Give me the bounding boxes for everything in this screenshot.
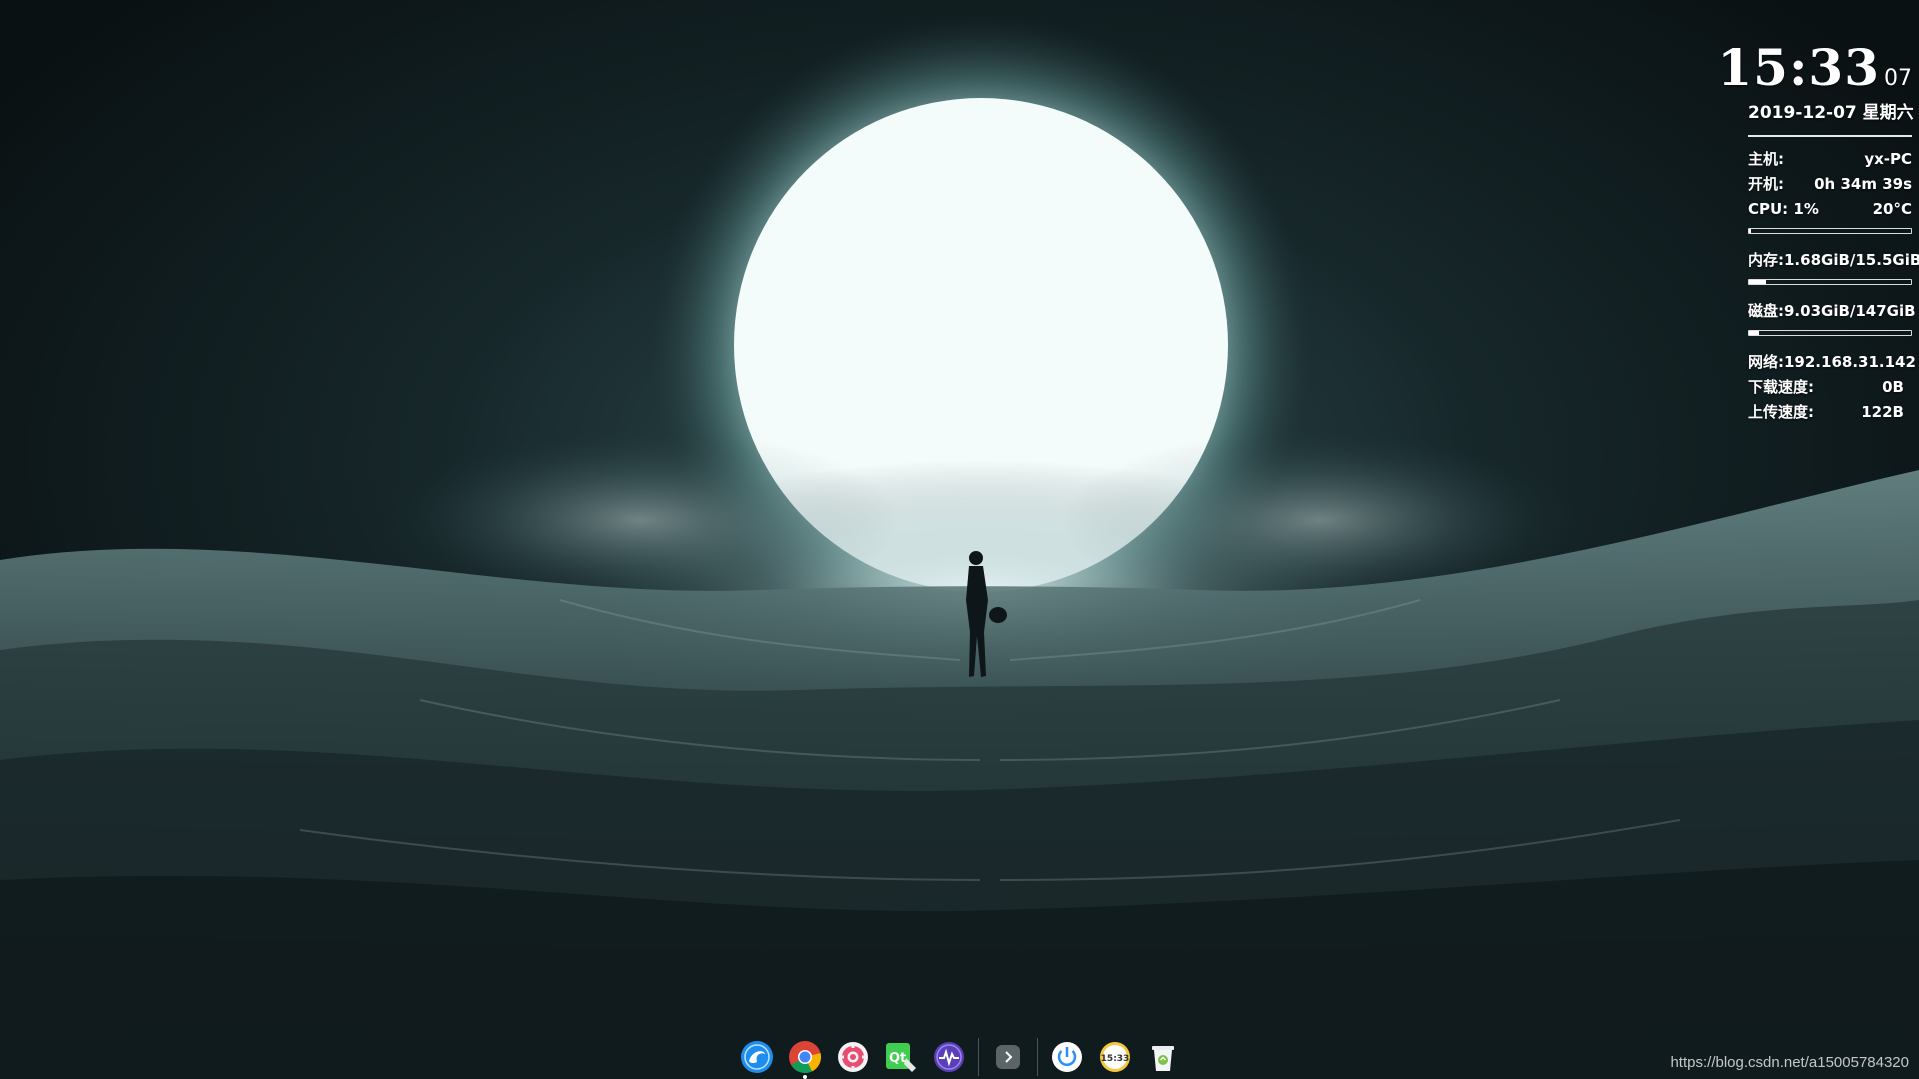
- clock-icon[interactable]: 15:33: [1096, 1038, 1134, 1076]
- upload-value: 122B: [1861, 403, 1904, 421]
- system-monitor-icon[interactable]: [930, 1038, 968, 1076]
- memory-label: 内存:: [1748, 251, 1784, 269]
- dock-divider: [1037, 1038, 1038, 1076]
- system-info-widget: 15:33 07 2019-12-07 星期六 主机: yx-PC 开机: 0h…: [1717, 40, 1919, 425]
- settings-icon[interactable]: [834, 1038, 872, 1076]
- dock: Qt 15:33: [738, 1035, 1182, 1079]
- download-row: 下载速度: 0B: [1748, 375, 1912, 400]
- download-value: 0B: [1882, 378, 1904, 396]
- watermark-url: https://blog.csdn.net/a15005784320: [1670, 1054, 1909, 1071]
- host-row: 主机: yx-PC: [1748, 147, 1912, 172]
- power-icon[interactable]: [1048, 1038, 1086, 1076]
- disk-value: 9.03GiB/147GiB: [1784, 302, 1916, 320]
- expand-tray-icon[interactable]: [989, 1038, 1027, 1076]
- host-value: yx-PC: [1864, 150, 1912, 168]
- network-label: 网络:: [1748, 353, 1784, 371]
- clock-icon-text: 15:33: [1101, 1054, 1130, 1064]
- memory-bar: [1748, 279, 1912, 285]
- cpu-temp: 20°C: [1872, 200, 1912, 218]
- uptime-value: 0h 34m 39s: [1814, 175, 1912, 193]
- disk-label: 磁盘:: [1748, 302, 1784, 320]
- memory-value: 1.68GiB/15.5GiB: [1784, 251, 1919, 269]
- memory-bar-fill: [1749, 280, 1767, 284]
- cpu-bar-fill: [1749, 229, 1751, 233]
- clock-seconds: 07: [1884, 66, 1912, 91]
- launcher-icon[interactable]: [738, 1038, 776, 1076]
- wallpaper: [0, 0, 1919, 1079]
- disk-bar-fill: [1749, 331, 1759, 335]
- disk-bar: [1748, 330, 1912, 336]
- uptime-label: 开机:: [1748, 175, 1784, 193]
- disk-row: 磁盘: 9.03GiB/147GiB: [1748, 299, 1916, 324]
- download-label: 下载速度:: [1748, 378, 1814, 396]
- host-label: 主机:: [1748, 150, 1784, 168]
- qt-creator-icon[interactable]: Qt: [882, 1038, 920, 1076]
- network-row: 网络: 192.168.31.142: [1748, 350, 1916, 375]
- active-indicator: [803, 1075, 807, 1079]
- clock: 15:33 07: [1717, 40, 1912, 96]
- trash-icon[interactable]: [1144, 1038, 1182, 1076]
- chrome-icon[interactable]: [786, 1038, 824, 1079]
- network-value: 192.168.31.142: [1784, 353, 1916, 371]
- memory-row: 内存: 1.68GiB/15.5GiB: [1748, 248, 1919, 273]
- separator: [1748, 135, 1912, 137]
- upload-label: 上传速度:: [1748, 403, 1814, 421]
- svg-text:Qt: Qt: [889, 1051, 906, 1066]
- desktop[interactable]: 15:33 07 2019-12-07 星期六 主机: yx-PC 开机: 0h…: [0, 0, 1919, 1079]
- clock-date: 2019-12-07 星期六: [1748, 103, 1914, 123]
- clock-time: 15:33: [1717, 38, 1880, 97]
- cpu-label: CPU: 1%: [1748, 200, 1819, 218]
- dock-divider: [978, 1038, 979, 1076]
- cpu-row: CPU: 1% 20°C: [1748, 197, 1912, 222]
- cpu-bar: [1748, 228, 1912, 234]
- uptime-row: 开机: 0h 34m 39s: [1748, 172, 1912, 197]
- upload-row: 上传速度: 122B: [1748, 400, 1912, 425]
